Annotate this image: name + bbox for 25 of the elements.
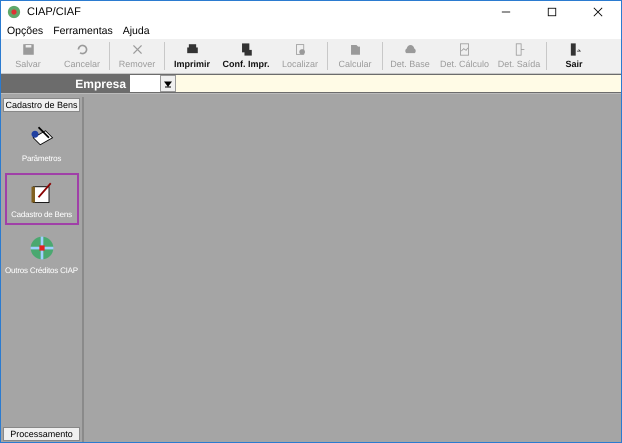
close-icon[interactable] — [593, 7, 603, 17]
menu-item[interactable]: Ajuda — [122, 25, 150, 37]
folder-icon — [348, 43, 362, 56]
globe-icon — [28, 234, 56, 262]
search-icon — [294, 43, 306, 56]
window-title: CIAP/CIAF — [27, 6, 81, 18]
menu-item[interactable]: Opções — [7, 25, 44, 37]
cloud-icon — [404, 43, 416, 56]
sidebar-item[interactable]: Cadastro de Bens — [4, 173, 78, 225]
empresa-field[interactable] — [130, 75, 160, 92]
sidebar-item[interactable]: Parâmetros — [2, 117, 80, 169]
download-arrow-icon — [164, 80, 172, 88]
chart-sheet-icon — [458, 43, 472, 56]
maximize-icon[interactable] — [547, 7, 557, 17]
sidebar-header[interactable]: Cadastro de Bens — [3, 98, 80, 112]
sidebar-item[interactable]: Outros Créditos CIAP — [2, 229, 80, 281]
sidebar-footer[interactable]: Processamento — [3, 427, 80, 441]
empresa-label: Empresa — [74, 76, 128, 90]
undo-icon — [76, 43, 88, 56]
app-icon — [7, 5, 21, 19]
menu-item[interactable]: Ferramentas — [53, 25, 113, 37]
toolbar-button[interactable]: Imprimir — [165, 43, 219, 69]
toolbar-button[interactable]: Sair — [547, 43, 602, 69]
toolbar-button[interactable]: Conf. Impr. — [219, 43, 273, 69]
cross-icon — [130, 43, 144, 56]
